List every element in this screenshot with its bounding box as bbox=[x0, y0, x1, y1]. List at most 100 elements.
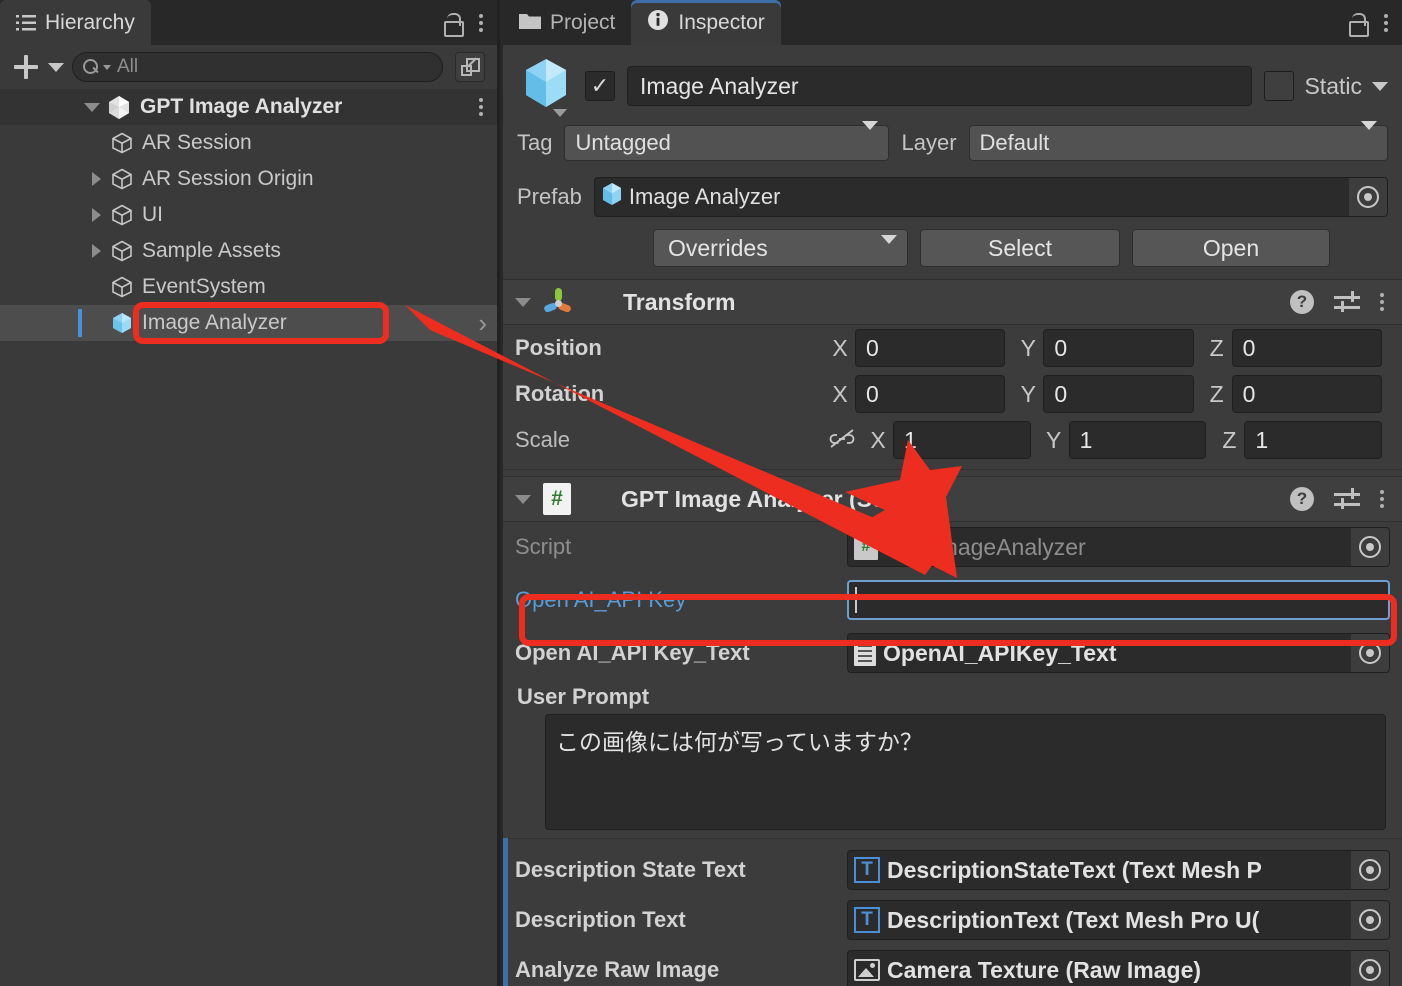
scale-z-input[interactable]: 1 bbox=[1244, 421, 1383, 459]
search-input[interactable]: All bbox=[72, 52, 443, 82]
layer-dropdown[interactable]: Default bbox=[968, 121, 1388, 161]
lock-open-icon[interactable] bbox=[443, 12, 464, 37]
user-prompt-textarea[interactable]: この画像には何が写っていますか？ bbox=[545, 714, 1386, 830]
object-picker-icon[interactable] bbox=[1351, 634, 1389, 672]
select-label: Select bbox=[988, 234, 1052, 261]
create-gameobject-button[interactable] bbox=[12, 53, 64, 81]
inspector-panel: Project Inspector ✓ Image Analyzer Stati… bbox=[503, 0, 1402, 986]
static-label: Static bbox=[1304, 72, 1362, 99]
select-button[interactable]: Select bbox=[920, 229, 1120, 267]
gameobject-cube-icon bbox=[110, 167, 134, 191]
object-picker-icon[interactable] bbox=[1351, 951, 1389, 986]
hierarchy-tabbar: Hierarchy bbox=[0, 0, 497, 45]
rotation-x-input[interactable]: 0 bbox=[855, 375, 1006, 413]
object-picker-icon[interactable] bbox=[1351, 851, 1389, 889]
tag-value: Untagged bbox=[575, 130, 671, 155]
plus-icon bbox=[12, 53, 40, 81]
textmeshpro-icon: T bbox=[854, 857, 880, 883]
scale-z-value: 1 bbox=[1255, 426, 1269, 453]
twisty-right-icon[interactable] bbox=[82, 172, 110, 186]
twisty-right-icon[interactable] bbox=[82, 244, 110, 258]
description-state-text-object-field[interactable]: T DescriptionStateText (Text Mesh P bbox=[847, 850, 1390, 890]
analyze-raw-image-label: Analyze Raw Image bbox=[515, 957, 720, 982]
tree-item-image-analyzer[interactable]: Image Analyzer › bbox=[0, 305, 497, 341]
static-checkbox[interactable] bbox=[1264, 71, 1295, 101]
position-z-input[interactable]: 0 bbox=[1231, 329, 1382, 367]
lock-open-icon[interactable] bbox=[1348, 12, 1369, 37]
object-picker-icon[interactable] bbox=[1349, 178, 1387, 216]
gameobject-cube-icon bbox=[110, 131, 134, 155]
component-title: Transform bbox=[623, 288, 736, 315]
script-value: GPTImageAnalyzer bbox=[885, 533, 1086, 560]
rotation-x-value: 0 bbox=[866, 380, 879, 407]
script-object-field[interactable]: # GPTImageAnalyzer bbox=[847, 527, 1390, 567]
chevron-down-icon bbox=[103, 64, 111, 70]
chevron-right-icon[interactable]: › bbox=[478, 310, 487, 336]
gameobject-name-value: Image Analyzer bbox=[640, 72, 799, 99]
script-label: Script bbox=[515, 534, 572, 559]
scale-x-input[interactable]: 1 bbox=[893, 421, 1031, 459]
layer-label: Layer bbox=[901, 130, 957, 155]
component-header-transform[interactable]: Transform ? bbox=[503, 279, 1402, 325]
scale-y-input[interactable]: 1 bbox=[1068, 421, 1207, 459]
help-icon[interactable]: ? bbox=[1290, 290, 1314, 314]
gameobject-cube-icon bbox=[110, 203, 134, 227]
rotation-y-input[interactable]: 0 bbox=[1043, 375, 1194, 413]
gameobject-enabled-checkbox[interactable]: ✓ bbox=[585, 71, 615, 101]
component-header-gpt-image-analyzer[interactable]: # GPT Image Analyzer (Script) ? bbox=[503, 476, 1402, 522]
gameobject-header: ✓ Image Analyzer Static bbox=[503, 45, 1402, 121]
hierarchy-tree: GPT Image Analyzer AR Session AR Session… bbox=[0, 89, 497, 341]
kebab-menu-icon[interactable] bbox=[479, 98, 483, 116]
preset-icon[interactable] bbox=[1334, 291, 1360, 313]
open-button[interactable]: Open bbox=[1132, 229, 1330, 267]
text-asset-icon bbox=[854, 640, 876, 666]
object-picker-icon[interactable] bbox=[1351, 901, 1389, 939]
overrides-label: Overrides bbox=[668, 234, 768, 261]
prefab-value: Image Analyzer bbox=[628, 184, 781, 209]
twisty-down-icon[interactable] bbox=[515, 297, 531, 307]
tag-dropdown[interactable]: Untagged bbox=[564, 121, 890, 161]
kebab-menu-icon[interactable] bbox=[1384, 13, 1388, 32]
tree-item-ar-session-origin[interactable]: AR Session Origin bbox=[0, 161, 497, 197]
tree-item-label: EventSystem bbox=[142, 275, 266, 298]
gameobject-name-input[interactable]: Image Analyzer bbox=[627, 66, 1253, 106]
overrides-dropdown[interactable]: Overrides bbox=[653, 229, 908, 270]
tree-item-eventsystem[interactable]: EventSystem bbox=[0, 269, 497, 305]
help-icon[interactable]: ? bbox=[1290, 487, 1314, 511]
position-y-input[interactable]: 0 bbox=[1043, 329, 1194, 367]
kebab-menu-icon[interactable] bbox=[479, 13, 483, 32]
folder-icon bbox=[519, 11, 541, 35]
static-dropdown-chevron-icon[interactable] bbox=[1372, 81, 1388, 91]
position-x-input[interactable]: 0 bbox=[855, 329, 1006, 367]
text-caret bbox=[855, 587, 857, 613]
user-prompt-label: User Prompt bbox=[517, 684, 650, 709]
constrain-proportions-off-icon[interactable] bbox=[825, 426, 859, 454]
tree-item-ui[interactable]: UI bbox=[0, 197, 497, 233]
object-picker-icon[interactable] bbox=[1351, 528, 1389, 566]
tree-item-ar-session[interactable]: AR Session bbox=[0, 125, 497, 161]
twisty-right-icon[interactable] bbox=[82, 208, 110, 222]
twisty-down-icon[interactable] bbox=[78, 102, 106, 112]
tree-item-sample-assets[interactable]: Sample Assets bbox=[0, 233, 497, 269]
chevron-down-icon[interactable] bbox=[553, 109, 567, 117]
hierarchy-list-icon bbox=[16, 14, 36, 32]
tab-inspector[interactable]: Inspector bbox=[631, 0, 781, 45]
tree-item-gpt-image-analyzer[interactable]: GPT Image Analyzer bbox=[0, 89, 497, 125]
kebab-menu-icon[interactable] bbox=[1380, 293, 1384, 311]
openai-api-key-input[interactable] bbox=[847, 580, 1390, 620]
openai-api-key-text-value: OpenAI_APIKey_Text bbox=[883, 639, 1117, 666]
rotation-z-input[interactable]: 0 bbox=[1231, 375, 1382, 413]
twisty-down-icon[interactable] bbox=[515, 494, 531, 504]
textmeshpro-icon: T bbox=[854, 907, 880, 933]
open-in-new-icon[interactable] bbox=[455, 52, 485, 82]
analyze-raw-image-object-field[interactable]: Camera Texture (Raw Image) bbox=[847, 950, 1390, 986]
prefab-object-field[interactable]: Image Analyzer bbox=[593, 177, 1388, 217]
description-text-object-field[interactable]: T DescriptionText (Text Mesh Pro U( bbox=[847, 900, 1390, 940]
preset-icon[interactable] bbox=[1334, 488, 1360, 510]
kebab-menu-icon[interactable] bbox=[1380, 490, 1384, 508]
layer-value: Default bbox=[979, 130, 1050, 155]
tab-hierarchy[interactable]: Hierarchy bbox=[0, 0, 151, 45]
openai-api-key-text-object-field[interactable]: OpenAI_APIKey_Text bbox=[847, 633, 1390, 673]
inspector-body: ✓ Image Analyzer Static Tag Untagged Lay… bbox=[503, 45, 1402, 986]
tab-project[interactable]: Project bbox=[503, 0, 631, 45]
